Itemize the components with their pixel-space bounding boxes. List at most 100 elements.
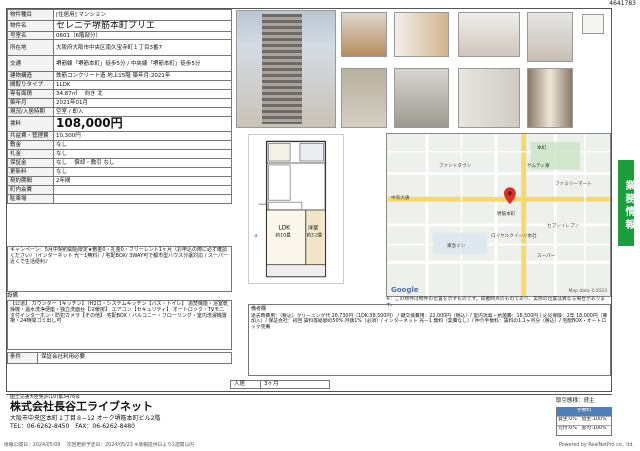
property-row: 築年月 2021年01月 [7, 98, 232, 109]
conditions-key: 条件 [8, 353, 38, 363]
ldk-label: LDK [278, 226, 290, 232]
svg-text:⌂: ⌂ [253, 234, 259, 237]
company-address: 大阪市中央区本町１丁目８−12 オーク堺筋本町ビル2階 [10, 415, 161, 422]
fee-heading: 手数料 [557, 408, 611, 417]
property-value: なし [53, 140, 232, 151]
property-row: 敷金 なし [7, 140, 232, 151]
property-row: 物件種目 [住居用] マンション [7, 9, 232, 21]
equipment-heading: 設備 [7, 293, 19, 299]
corridor-photo[interactable] [527, 68, 573, 128]
remarks-box: 備考欄 退去時費用：（税込）クリーニング代 26,730円（1DK:38,500… [248, 304, 611, 376]
area-map[interactable]: ファントタウン サムティ東 本町 中央大通 堺筋本町 ロイヤルクイーン本社 東急イン スーパー… [386, 133, 611, 297]
property-row: 礼金 なし [7, 149, 232, 160]
property-value: 空室 / 即入 [53, 107, 232, 118]
floor-plan: ⌂ LDK 約10畳 洋室 約3.2畳 [248, 134, 344, 284]
map-label: 東急イン [447, 244, 466, 249]
fee-row-2: 元付:0% 客付:100% [558, 426, 607, 431]
property-value: セレニテ堺筋本町プリエ [53, 19, 232, 33]
property-value: [住居用] マンション [53, 9, 232, 21]
map-logo: Google [391, 285, 419, 294]
fee-row-1: 貸主:0% 借主:100% [557, 417, 611, 426]
property-key: 号室名 [7, 31, 54, 41]
floor-plan-drawing: ⌂ LDK 約10畳 洋室 約3.2畳 [253, 140, 327, 278]
fee-box: 手数料 貸主:0% 借主:100% 元付:0% 客付:100% [556, 407, 612, 436]
property-key: 専有面積 [7, 89, 54, 100]
room-photo-2[interactable] [394, 12, 449, 57]
property-value: 堺筋線「堺筋本町」徒歩5分 / 中央線「堺筋本町」徒歩5分 [53, 55, 232, 73]
property-key: 契約期間 [7, 176, 54, 187]
conditions-value: 保証会社利用必要 [41, 354, 86, 360]
property-key: 敷金 [7, 140, 54, 151]
entrance-photo[interactable] [582, 14, 604, 34]
map-label: ファミリーマート [555, 182, 592, 187]
map-label: 中央大通 [391, 196, 410, 201]
remarks-text: 退去時費用：（税込）クリーニング代 26,730円（1DK:38,500円） /… [251, 313, 608, 330]
property-key: 間取りタイプ [7, 80, 54, 91]
property-key: 賃料 [7, 116, 54, 133]
property-value: 108,000円 [53, 116, 232, 133]
map-credit: Map data ©2023 [568, 288, 607, 294]
property-key: 保証金 [7, 158, 54, 169]
period-key: 入居 [231, 381, 261, 388]
period-row: 入居 3ヶ月 [230, 380, 330, 389]
property-row: 賃料 108,000円 [7, 116, 232, 133]
property-key: 交通 [7, 55, 54, 73]
toilet-photo[interactable] [394, 68, 449, 128]
property-key: 建物構造 [7, 71, 54, 82]
property-value: 0601（6階部分） [53, 31, 232, 41]
map-label: サムティ東 [527, 164, 550, 169]
company-name: 株式会社長谷工ライブネット [10, 400, 153, 413]
property-row: 保証金 なし 償却・敷引 なし [7, 158, 232, 169]
business-info-tab[interactable]: 業務情報 [618, 160, 634, 246]
property-value [53, 194, 232, 205]
property-row: 号室名 0601（6階部分） [7, 31, 232, 41]
western-room-label: 洋室 [308, 224, 319, 232]
property-row: 物件名 セレニテ堺筋本町プリエ [7, 19, 232, 33]
remarks-heading: 備考欄 [251, 306, 267, 312]
property-value: 2021年01月 [53, 98, 232, 109]
powered-by: Powered by RealNetPro co., ltd. [558, 443, 634, 448]
property-key: 物件種目 [7, 9, 54, 21]
map-label: 本町 [537, 146, 547, 151]
property-value: 34.87㎡ 向き 北 [53, 89, 232, 100]
room-photo-1[interactable] [341, 12, 387, 57]
property-row: 交通 堺筋線「堺筋本町」徒歩5分 / 中央線「堺筋本町」徒歩5分 [7, 55, 232, 73]
company-phone-fax: TEL：06-6262-8450 FAX：06-6262-8480 [10, 423, 135, 430]
property-key: 駐車場 [7, 194, 54, 205]
property-key: 物件名 [7, 19, 54, 33]
building-tower-image [262, 14, 302, 124]
property-value: 大阪府大阪市中央区南久宝寺町１丁目3番7 [53, 39, 232, 57]
footer-divider [6, 394, 612, 395]
map-label: ファントタウン [439, 164, 472, 169]
property-row: 駐車場 [7, 194, 232, 205]
bathroom-photo[interactable] [341, 68, 387, 128]
property-key: 礼金 [7, 149, 54, 160]
equipment-list: 【公道】 カウンター【キッチン】 IH2口・システムキッチン【バス・トイレ】 追… [7, 300, 232, 350]
property-value [53, 185, 232, 196]
campaign-notes: キャンペーン：5月中契約開始限定★敷金0・礼金0・フリーレント1ヶ月（お申込の際… [7, 246, 232, 292]
property-row: 更新料 なし [7, 167, 232, 178]
property-row: 専有面積 34.87㎡ 向き 北 [7, 89, 232, 100]
map-label: セブンイレブン [547, 224, 580, 229]
property-key: 築年月 [7, 98, 54, 109]
storage-photo[interactable] [458, 68, 520, 128]
property-value: 鉄筋コンクリート造 地上15階 築年月:2021年 [53, 71, 232, 82]
property-row: 建物構造 鉄筋コンクリート造 地上15階 築年月:2021年 [7, 71, 232, 82]
transaction-type: 取引態様：貸主 [556, 398, 595, 404]
property-key: 現況/入居時期 [7, 107, 54, 118]
kitchen-photo[interactable] [458, 12, 520, 57]
property-row: 町内会費 [7, 185, 232, 196]
map-label: スーパー [537, 254, 556, 259]
property-row: 現況/入居時期 空室 / 即入 [7, 107, 232, 118]
publication-dates: 情報公開日：2024/05/09 次回更新予定日：2024/05/23 ※情報提… [4, 443, 195, 448]
western-room-size: 約3.2畳 [307, 231, 323, 238]
period-value: 3ヶ月 [264, 381, 279, 387]
property-value: なし [53, 167, 232, 178]
property-key: 共益費・管理費 [7, 131, 54, 142]
property-value: 2年間 [53, 176, 232, 187]
property-key: 更新料 [7, 167, 54, 178]
property-row: 契約期間 2年間 [7, 176, 232, 187]
washroom-photo[interactable] [527, 12, 573, 62]
conditions-row: 条件 保証会社利用必要 [7, 352, 232, 364]
property-value: 1LDK [53, 80, 232, 91]
